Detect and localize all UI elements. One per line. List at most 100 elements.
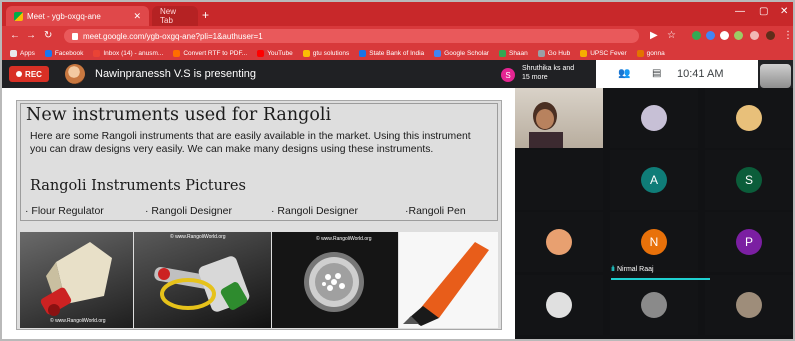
watermark: © www.RangoliWorld.org — [50, 318, 106, 324]
maximize-icon[interactable]: ▢ — [759, 6, 768, 17]
bookmark-label: gonna — [646, 49, 665, 57]
participant-tile[interactable]: P — [705, 212, 793, 272]
bookmark-label: Go Hub — [547, 49, 571, 57]
bookmark-item[interactable]: UPSC Fever — [580, 49, 627, 57]
people-icon[interactable]: 👥 — [618, 68, 630, 79]
flour-regulator-photo: © www.RangoliWorld.org — [20, 232, 133, 328]
slide-subtitle: Rangoli Instruments Pictures — [30, 178, 246, 194]
letter-avatar: S — [736, 167, 762, 193]
screenshot-frame: Meet - ygb-oxgq-ane ✕ New Tab + — ▢ ✕ ← … — [0, 0, 795, 341]
participant-tile[interactable] — [705, 88, 793, 148]
profile-avatar-icon[interactable] — [766, 31, 775, 40]
slide: New instruments used for Rangoli Here ar… — [16, 100, 502, 330]
caption: · Rangoli Designer — [271, 205, 358, 217]
bookmark-favicon-icon — [44, 49, 52, 57]
bookmark-item[interactable]: Inbox (14) - anusm... — [93, 49, 163, 57]
caption: ·Rangoli Pen — [405, 205, 466, 217]
bookmark-favicon-icon — [302, 49, 310, 57]
photo-avatar — [736, 292, 762, 318]
chat-icon[interactable]: ▤ — [652, 68, 661, 79]
omnibox[interactable]: meet.google.com/ygb-oxgq-ane?pli=1&authu… — [64, 29, 639, 43]
bookmark-item[interactable]: Go Hub — [537, 49, 571, 57]
recording-badge: REC — [9, 66, 49, 82]
self-view-thumbnail[interactable] — [760, 64, 791, 88]
bookmark-label: gtu solutions — [312, 49, 350, 57]
bookmark-item[interactable]: YouTube — [257, 49, 293, 57]
camera-permission-icon[interactable]: ▶ — [650, 30, 658, 41]
url-text: meet.google.com/ygb-oxgq-ane?pli=1&authu… — [83, 31, 263, 41]
extension-icon[interactable] — [692, 31, 701, 40]
participant-tile[interactable] — [515, 212, 603, 272]
bookmark-item[interactable]: Facebook — [44, 49, 83, 57]
tab-title: Meet - ygb-oxgq-ane — [27, 11, 101, 21]
bookmarks-bar: Apps Facebook Inbox (14) - anusm... Convert… — [2, 46, 793, 60]
kebab-menu-icon[interactable]: ⋮ — [783, 30, 793, 41]
participants-grid: A S N P — [515, 88, 793, 339]
avatar-letter: P — [744, 235, 753, 249]
extension-icon[interactable] — [734, 31, 743, 40]
participant-tile[interactable] — [610, 275, 698, 335]
bookmark-favicon-icon — [580, 49, 588, 57]
bookmark-label: Convert RTF to PDF... — [183, 49, 248, 57]
letter-avatar: N — [641, 229, 667, 255]
forward-arrow-icon[interactable]: → — [26, 30, 36, 41]
photo-avatar — [736, 105, 762, 131]
bookmark-favicon-icon — [10, 49, 17, 57]
participant-tile[interactable] — [610, 88, 698, 148]
slide-text-panel: New instruments used for Rangoli Here ar… — [20, 103, 498, 221]
bookmark-item[interactable]: Convert RTF to PDF... — [173, 49, 248, 57]
bookmark-favicon-icon — [173, 49, 181, 57]
rangoli-designer-image — [154, 256, 250, 312]
extension-icon[interactable] — [720, 31, 729, 40]
bookmark-favicon-icon — [257, 49, 265, 57]
bookmark-label: YouTube — [267, 49, 293, 57]
bookmark-label: Apps — [20, 49, 35, 57]
bookmark-favicon-icon — [359, 49, 367, 57]
avatar-letter: N — [649, 235, 659, 249]
minimize-icon[interactable]: — — [735, 6, 745, 17]
slide-title: New instruments used for Rangoli — [26, 105, 332, 125]
rangoli-designer-2-photo: © www.RangoliWorld.org — [272, 232, 398, 328]
tab-meet[interactable]: Meet - ygb-oxgq-ane ✕ — [6, 6, 149, 26]
meet-controls-panel: 👥 ▤ 10:41 AM — [596, 60, 758, 88]
back-arrow-icon[interactable]: ← — [10, 30, 20, 41]
bookmark-item[interactable]: Google Scholar — [434, 49, 489, 57]
participant-tile[interactable] — [515, 88, 603, 148]
close-tab-icon[interactable]: ✕ — [133, 11, 141, 22]
bookmark-item[interactable]: gonna — [636, 49, 665, 57]
bookmark-star-icon[interactable]: ☆ — [667, 30, 676, 41]
participant-tile[interactable] — [515, 275, 603, 335]
photo-avatar — [546, 229, 572, 255]
bookmark-label: Google Scholar — [444, 49, 489, 57]
rangoli-pen-image — [403, 242, 489, 326]
tab-new-tab[interactable]: New Tab — [152, 6, 198, 26]
participants-summary[interactable]: Shruthika ks and 15 more — [522, 64, 580, 82]
new-tab-plus-icon[interactable]: + — [202, 8, 209, 22]
avatar-letter: A — [649, 173, 658, 187]
address-bar-row: ← → ↻ meet.google.com/ygb-oxgq-ane?pli=1… — [2, 26, 793, 46]
participant-tile[interactable]: S — [705, 150, 793, 210]
bookmark-item[interactable]: Shaan — [498, 49, 528, 57]
photo-avatar — [546, 292, 572, 318]
bookmark-label: Shaan — [508, 49, 528, 57]
reload-icon[interactable]: ↻ — [44, 30, 52, 41]
puzzle-extensions-icon[interactable] — [750, 31, 759, 40]
presenter-status: Nawinpranessh V.S is presenting — [95, 68, 257, 80]
active-speaker-label: ıllı Nirmal Raaj — [611, 263, 710, 276]
bookmark-favicon-icon — [537, 49, 545, 57]
photo-avatar — [641, 105, 667, 131]
meeting-clock: 10:41 AM — [677, 68, 724, 80]
bookmark-favicon-icon — [93, 49, 101, 57]
lock-icon — [72, 32, 78, 40]
flour-regulator-image — [40, 242, 112, 316]
participant-tile[interactable] — [705, 275, 793, 335]
close-window-icon[interactable]: ✕ — [780, 6, 788, 17]
bookmark-item[interactable]: Apps — [10, 49, 35, 57]
bookmark-item[interactable]: gtu solutions — [302, 49, 350, 57]
bookmark-item[interactable]: State Bank of India — [359, 49, 424, 57]
participant-tile[interactable] — [515, 150, 603, 210]
active-speaker-indicator — [611, 278, 710, 280]
participant-tile[interactable]: A — [610, 150, 698, 210]
participant-avatar: S — [501, 68, 515, 82]
extension-icon[interactable] — [706, 31, 715, 40]
